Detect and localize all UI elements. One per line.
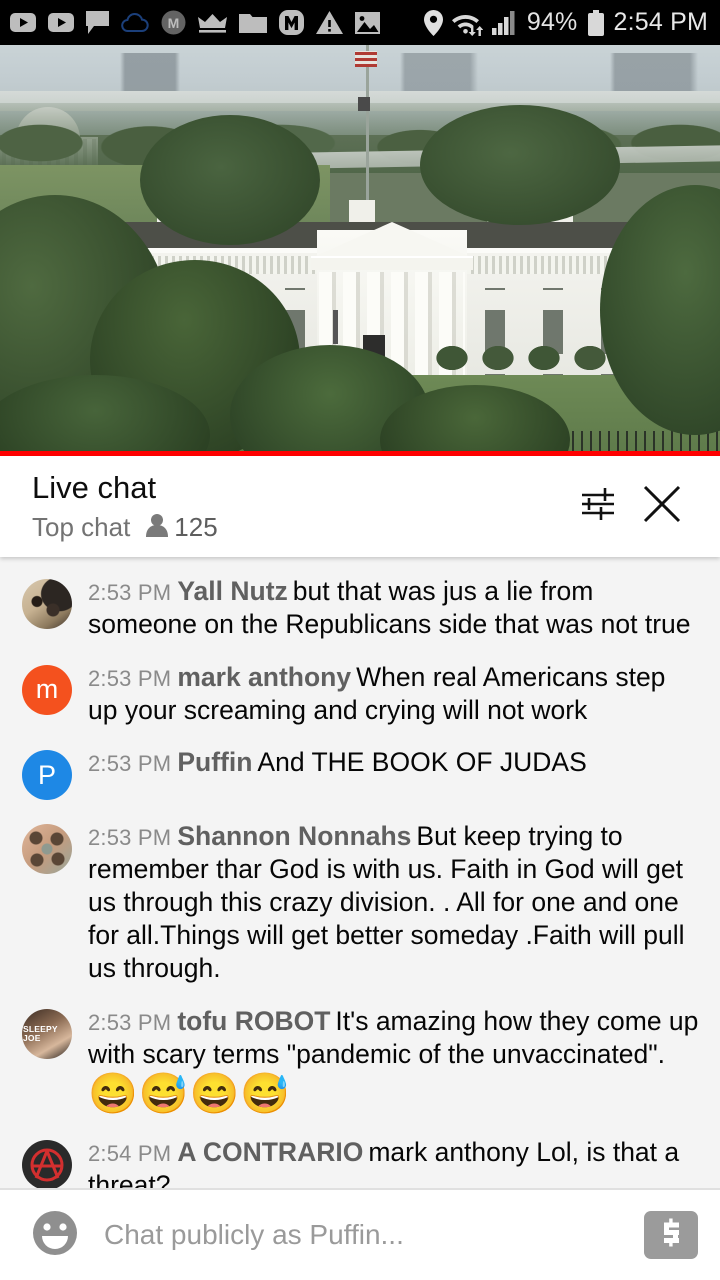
youtube-icon <box>10 13 36 32</box>
message-text: And THE BOOK OF JUDAS <box>257 747 587 778</box>
message-timestamp: 2:53 PM <box>88 751 172 777</box>
message-text: When real Americans step up your screami… <box>88 661 666 725</box>
message-author[interactable]: A CONTRARIO <box>177 1137 363 1167</box>
youtube-icon <box>48 13 74 32</box>
m-circle-icon: M <box>161 10 186 35</box>
message-body: 2:53 PM Shannon Nonnahs But keep trying to… <box>88 820 702 984</box>
message-timestamp: 2:53 PM <box>88 665 172 691</box>
chat-header-subline: Top chat 125 <box>32 512 566 543</box>
warning-triangle-icon <box>316 11 343 34</box>
chat-header-text: Live chat Top chat 125 <box>32 470 566 543</box>
message-author[interactable]: Yall Nutz <box>177 576 287 606</box>
battery-percent-label: 94% <box>526 8 578 36</box>
wifi-transfer-icon <box>451 10 483 36</box>
status-bar-notification-icons: M <box>10 10 424 35</box>
message-body: 2:53 PM Puffin And THE BOOK OF JUDAS <box>88 746 702 800</box>
clock-label: 2:54 PM <box>613 8 708 36</box>
cellular-signal-icon <box>491 10 518 35</box>
battery-icon <box>588 9 605 36</box>
list-item[interactable]: m 2:53 PM mark anthony When real Americans… <box>0 651 720 737</box>
message-body: 2:53 PM mark anthony When real Americans s… <box>88 661 702 727</box>
avatar[interactable] <box>22 579 72 629</box>
status-bar-system-icons: 94% 2:54 PM <box>423 8 708 37</box>
emoji-picker-button[interactable] <box>28 1208 82 1262</box>
super-chat-dollar-icon <box>655 1217 687 1254</box>
us-flag <box>355 51 377 67</box>
viewer-count-label: 125 <box>174 511 218 542</box>
flag-shadow <box>358 97 370 111</box>
avatar-overlay-label: SLEEPY JOE <box>23 1023 58 1043</box>
message-author[interactable]: Puffin <box>177 747 252 777</box>
list-item[interactable]: 2:54 PM A CONTRARIO mark anthony Lol, is t… <box>0 1126 720 1188</box>
avatar[interactable]: m <box>22 664 72 715</box>
message-author[interactable]: Shannon Nonnahs <box>177 821 411 851</box>
tree <box>420 105 620 225</box>
cloud-outline-icon <box>121 12 149 33</box>
folder-icon <box>239 12 267 33</box>
chat-settings-button[interactable] <box>566 475 630 539</box>
page-title: Live chat <box>32 470 157 506</box>
image-icon <box>355 11 380 34</box>
search-input <box>82 1219 636 1251</box>
message-emoji: 😄😅😄😅 <box>88 1072 292 1117</box>
person-icon <box>146 513 169 542</box>
list-item[interactable]: P 2:53 PM Puffin And THE BOOK OF JUDAS <box>0 736 720 810</box>
super-chat-button[interactable] <box>644 1211 698 1259</box>
list-item[interactable]: SLEEPY JOE 2:53 PM tofu ROBOT It's amazing… <box>0 995 720 1127</box>
chat-message-list[interactable]: 2:53 PM Yall Nutz but that was jus a lie f… <box>0 557 720 1188</box>
emoji-smiley-icon <box>30 1208 80 1263</box>
chat-bubble-icon <box>86 10 109 35</box>
message-body: 2:53 PM Yall Nutz but that was jus a lie f… <box>88 575 702 641</box>
crown-icon <box>198 12 227 33</box>
message-body: 2:54 PM A CONTRARIO mark anthony Lol, is t… <box>88 1136 702 1188</box>
live-chat-header: Live chat Top chat 125 <box>0 456 720 557</box>
close-icon <box>640 482 684 531</box>
avatar[interactable] <box>22 1140 72 1188</box>
location-pin-icon <box>423 9 443 36</box>
close-chat-button[interactable] <box>630 475 694 539</box>
sliders-icon <box>578 484 618 529</box>
status-bar: M 94% 2:54 PM <box>0 0 720 45</box>
message-timestamp: 2:53 PM <box>88 825 172 851</box>
message-timestamp: 2:53 PM <box>88 1009 172 1035</box>
svg-text:M: M <box>168 15 180 31</box>
avatar[interactable]: P <box>22 750 72 801</box>
chat-mode-label[interactable]: Top chat <box>32 512 130 543</box>
tree <box>140 115 320 245</box>
avatar[interactable] <box>22 824 72 875</box>
app-root: M 94% 2:54 PM Live chat Top chat 125 2:5… <box>0 0 720 1280</box>
message-timestamp: 2:53 PM <box>88 580 172 605</box>
message-author[interactable]: tofu ROBOT <box>177 1006 330 1036</box>
list-item[interactable]: 2:53 PM Shannon Nonnahs But keep trying to… <box>0 810 720 994</box>
viewer-count: 125 <box>146 511 218 543</box>
avatar[interactable]: SLEEPY JOE <box>22 1008 72 1059</box>
message-timestamp: 2:54 PM <box>88 1141 172 1167</box>
chat-input-bar <box>0 1190 720 1280</box>
message-author[interactable]: mark anthony <box>177 662 351 692</box>
m-badge-icon <box>279 10 304 35</box>
list-item[interactable]: 2:53 PM Yall Nutz but that was jus a lie f… <box>0 565 720 651</box>
flagpole <box>366 45 369 205</box>
message-body: 2:53 PM tofu ROBOT It's amazing how they c… <box>88 1005 702 1117</box>
anarchy-icon <box>30 1148 64 1182</box>
video-player[interactable] <box>0 45 720 451</box>
